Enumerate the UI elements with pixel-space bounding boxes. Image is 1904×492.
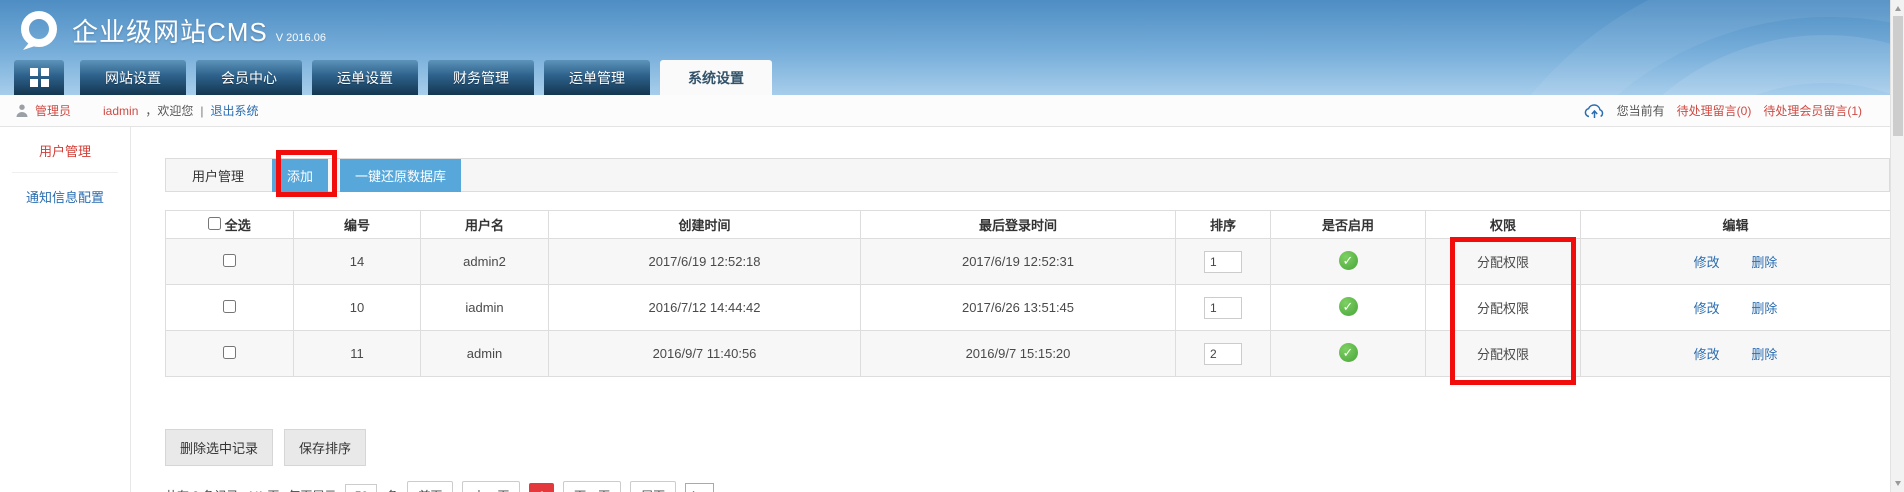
cloud-upload-icon (1584, 103, 1605, 119)
user-bar: 管理员 iadmin ，欢迎您 | 退出系统 您当前有 待处理留言(0) 待处理… (0, 95, 1890, 127)
edit-link[interactable]: 修改 (1694, 347, 1720, 362)
next-page-button[interactable]: 下一页 (563, 481, 621, 492)
assign-permission-link[interactable]: 分配权限 (1477, 347, 1529, 362)
separator: | (200, 104, 203, 118)
delete-link[interactable]: 删除 (1751, 347, 1777, 362)
cell-username: iadmin (421, 285, 549, 331)
sort-input[interactable] (1204, 297, 1242, 319)
page-info-text: 1/1 页 (247, 487, 279, 492)
cell-id: 11 (294, 331, 421, 377)
cell-created: 2016/7/12 14:44:42 (549, 285, 861, 331)
table-row: 10 iadmin 2016/7/12 14:44:42 2017/6/26 1… (166, 285, 1891, 331)
sidebar: 用户管理 通知信息配置 (0, 127, 131, 492)
prev-page-button[interactable]: 上一页 (462, 481, 520, 492)
pending-prefix: 您当前有 (1617, 102, 1665, 119)
pagination: 共有 3 条记录 1/1 页 每页展示 条 首页 上一页 1 下一页 尾页 1 (165, 481, 1890, 492)
nav-tab-waybill-mgmt[interactable]: 运单管理 (544, 60, 650, 95)
record-count-text: 共有 3 条记录 (165, 487, 238, 492)
delete-link[interactable]: 删除 (1751, 255, 1777, 270)
app-title: 企业级网站CMS (72, 12, 268, 49)
row-checkbox[interactable] (223, 300, 236, 313)
col-created: 创建时间 (549, 211, 861, 239)
table-header-row: 全选 编号 用户名 创建时间 最后登录时间 排序 是否启用 权限 编辑 (166, 211, 1891, 239)
welcome-text: ，欢迎您 (145, 102, 193, 119)
row-checkbox[interactable] (223, 254, 236, 267)
user-role: 管理员 (35, 102, 71, 119)
current-page-badge: 1 (529, 483, 554, 492)
cell-created: 2016/9/7 11:40:56 (549, 331, 861, 377)
edit-link[interactable]: 修改 (1694, 301, 1720, 316)
col-id: 编号 (294, 211, 421, 239)
row-checkbox[interactable] (223, 346, 236, 359)
cell-username: admin2 (421, 239, 549, 285)
per-page-unit: 条 (386, 487, 398, 492)
add-button[interactable]: 添加 (272, 159, 328, 192)
enabled-check-icon (1339, 297, 1358, 316)
brand: 企业级网站CMS V 2016.06 (72, 12, 326, 49)
sidebar-item-notification-config[interactable]: 通知信息配置 (0, 173, 130, 218)
first-page-button[interactable]: 首页 (407, 481, 453, 492)
bulk-actions: 删除选中记录 保存排序 (165, 429, 1890, 466)
cell-last-login: 2016/9/7 15:15:20 (861, 331, 1176, 377)
main-content: 用户管理 添加 一键还原数据库 全选 编号 用户名 创建时间 最后登录时间 (165, 127, 1890, 492)
home-grid-button[interactable] (14, 60, 64, 95)
enabled-check-icon (1339, 251, 1358, 270)
scrollbar-track[interactable] (1890, 0, 1904, 492)
nav-tab-site-settings[interactable]: 网站设置 (80, 60, 186, 95)
sort-input[interactable] (1204, 343, 1242, 365)
sort-input[interactable] (1204, 251, 1242, 273)
last-page-button[interactable]: 尾页 (630, 481, 676, 492)
nav-tab-finance[interactable]: 财务管理 (428, 60, 534, 95)
scrollbar-thumb[interactable] (1893, 16, 1903, 136)
table-row: 11 admin 2016/9/7 11:40:56 2016/9/7 15:1… (166, 331, 1891, 377)
select-all-checkbox[interactable] (208, 217, 221, 230)
edit-link[interactable]: 修改 (1694, 255, 1720, 270)
username: iadmin (103, 104, 138, 118)
per-page-input[interactable] (345, 484, 377, 492)
pending-member-messages-link[interactable]: 待处理会员留言(1) (1763, 102, 1862, 119)
nav-tab-waybill-settings[interactable]: 运单设置 (312, 60, 418, 95)
col-permission: 权限 (1426, 211, 1581, 239)
col-edit: 编辑 (1581, 211, 1891, 239)
assign-permission-link[interactable]: 分配权限 (1477, 301, 1529, 316)
logout-link[interactable]: 退出系统 (211, 102, 259, 119)
user-table: 全选 编号 用户名 创建时间 最后登录时间 排序 是否启用 权限 编辑 14 a… (165, 210, 1891, 377)
col-last-login: 最后登录时间 (861, 211, 1176, 239)
nav-tab-system-settings[interactable]: 系统设置 (660, 60, 772, 95)
enabled-check-icon (1339, 343, 1358, 362)
app-header: 企业级网站CMS V 2016.06 网站设置 会员中心 运单设置 财务管理 运… (0, 0, 1890, 95)
save-sort-button[interactable]: 保存排序 (284, 429, 366, 466)
cell-username: admin (421, 331, 549, 377)
cell-id: 10 (294, 285, 421, 331)
assign-permission-link[interactable]: 分配权限 (1477, 255, 1529, 270)
sidebar-item-user-management[interactable]: 用户管理 (0, 127, 130, 172)
app-version: V 2016.06 (276, 32, 326, 44)
scrollbar-down-arrow-icon[interactable] (1895, 481, 1901, 486)
table-row: 14 admin2 2017/6/19 12:52:18 2017/6/19 1… (166, 239, 1891, 285)
cell-created: 2017/6/19 12:52:18 (549, 239, 861, 285)
page-jump-select[interactable]: 1 (685, 483, 714, 492)
delete-link[interactable]: 删除 (1751, 301, 1777, 316)
col-username: 用户名 (421, 211, 549, 239)
content-toolbar: 用户管理 添加 一键还原数据库 (165, 158, 1890, 192)
grid-icon (30, 68, 49, 87)
col-sort: 排序 (1176, 211, 1271, 239)
col-select-all: 全选 (166, 211, 294, 239)
pending-messages-link[interactable]: 待处理留言(0) (1677, 102, 1752, 119)
nav-tab-member-center[interactable]: 会员中心 (196, 60, 302, 95)
cell-id: 14 (294, 239, 421, 285)
delete-selected-button[interactable]: 删除选中记录 (165, 429, 273, 466)
cell-last-login: 2017/6/19 12:52:31 (861, 239, 1176, 285)
cell-last-login: 2017/6/26 13:51:45 (861, 285, 1176, 331)
per-page-label: 每页展示 (288, 487, 336, 492)
cms-admin-page: 企业级网站CMS V 2016.06 网站设置 会员中心 运单设置 财务管理 运… (0, 0, 1904, 492)
toolbar-tab-user-management[interactable]: 用户管理 (176, 166, 260, 185)
restore-database-button[interactable]: 一键还原数据库 (340, 159, 461, 192)
user-icon (16, 104, 28, 118)
scrollbar-up-arrow-icon[interactable] (1895, 6, 1901, 11)
col-enabled: 是否启用 (1271, 211, 1426, 239)
app-logo-icon (16, 8, 62, 54)
